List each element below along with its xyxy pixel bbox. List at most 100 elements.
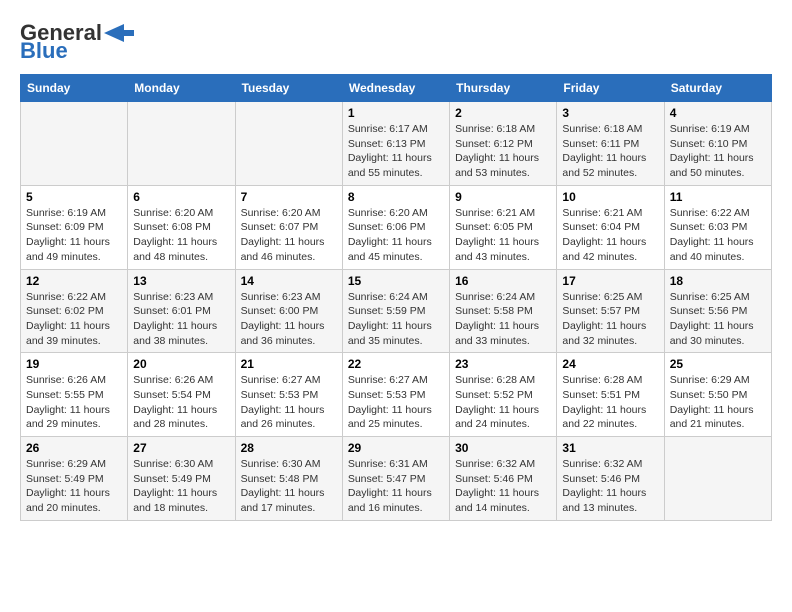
day-info: Sunrise: 6:24 AMSunset: 5:59 PMDaylight:… <box>348 290 444 349</box>
day-info: Sunrise: 6:31 AMSunset: 5:47 PMDaylight:… <box>348 457 444 516</box>
logo: General Blue <box>20 20 134 64</box>
calendar-cell: 6Sunrise: 6:20 AMSunset: 6:08 PMDaylight… <box>128 185 235 269</box>
day-number: 24 <box>562 357 658 371</box>
header-saturday: Saturday <box>664 75 771 102</box>
calendar-cell: 30 Sunrise: 6:32 AMSunset: 5:46 PMDayligh… <box>450 437 557 521</box>
calendar-cell: 18 Sunrise: 6:25 AMSunset: 5:56 PMDayligh… <box>664 269 771 353</box>
day-info: Sunrise: 6:20 AMSunset: 6:07 PMDaylight:… <box>241 206 337 265</box>
day-info: Sunrise: 6:20 AMSunset: 6:06 PMDaylight:… <box>348 206 444 265</box>
logo-icon <box>104 22 134 44</box>
day-info: Sunrise: 6:25 AMSunset: 5:56 PMDaylight:… <box>670 290 766 349</box>
day-number: 15 <box>348 274 444 288</box>
day-info: Sunrise: 6:20 AMSunset: 6:08 PMDaylight:… <box>133 206 229 265</box>
day-info: Sunrise: 6:29 AMSunset: 5:49 PMDaylight:… <box>26 457 122 516</box>
header-thursday: Thursday <box>450 75 557 102</box>
day-info: Sunrise: 6:19 AMSunset: 6:09 PMDaylight:… <box>26 206 122 265</box>
calendar-cell: 24 Sunrise: 6:28 AMSunset: 5:51 PMDayligh… <box>557 353 664 437</box>
calendar-cell: 23 Sunrise: 6:28 AMSunset: 5:52 PMDayligh… <box>450 353 557 437</box>
calendar-cell: 28 Sunrise: 6:30 AMSunset: 5:48 PMDayligh… <box>235 437 342 521</box>
day-info: Sunrise: 6:23 AMSunset: 6:01 PMDaylight:… <box>133 290 229 349</box>
day-number: 20 <box>133 357 229 371</box>
calendar-cell <box>128 102 235 186</box>
day-number: 18 <box>670 274 766 288</box>
day-number: 4 <box>670 106 766 120</box>
day-info: Sunrise: 6:28 AMSunset: 5:52 PMDaylight:… <box>455 373 551 432</box>
calendar-cell: 7Sunrise: 6:20 AMSunset: 6:07 PMDaylight… <box>235 185 342 269</box>
day-number: 23 <box>455 357 551 371</box>
calendar-cell: 16 Sunrise: 6:24 AMSunset: 5:58 PMDayligh… <box>450 269 557 353</box>
day-number: 19 <box>26 357 122 371</box>
day-number: 9 <box>455 190 551 204</box>
calendar-cell: 12Sunrise: 6:22 AMSunset: 6:02 PMDayligh… <box>21 269 128 353</box>
day-info: Sunrise: 6:29 AMSunset: 5:50 PMDaylight:… <box>670 373 766 432</box>
day-number: 25 <box>670 357 766 371</box>
header-wednesday: Wednesday <box>342 75 449 102</box>
day-info: Sunrise: 6:17 AMSunset: 6:13 PMDaylight:… <box>348 122 444 181</box>
day-info: Sunrise: 6:30 AMSunset: 5:48 PMDaylight:… <box>241 457 337 516</box>
calendar-cell <box>235 102 342 186</box>
day-number: 27 <box>133 441 229 455</box>
calendar-cell: 1 Sunrise: 6:17 AMSunset: 6:13 PMDaylight… <box>342 102 449 186</box>
page-header: General Blue <box>20 20 772 64</box>
calendar-cell <box>664 437 771 521</box>
day-number: 29 <box>348 441 444 455</box>
calendar-cell: 20Sunrise: 6:26 AMSunset: 5:54 PMDayligh… <box>128 353 235 437</box>
day-number: 10 <box>562 190 658 204</box>
day-number: 31 <box>562 441 658 455</box>
calendar-cell: 27 Sunrise: 6:30 AMSunset: 5:49 PMDayligh… <box>128 437 235 521</box>
day-number: 12 <box>26 274 122 288</box>
day-number: 3 <box>562 106 658 120</box>
calendar-cell: 31 Sunrise: 6:32 AMSunset: 5:46 PMDayligh… <box>557 437 664 521</box>
calendar-cell: 4 Sunrise: 6:19 AMSunset: 6:10 PMDaylight… <box>664 102 771 186</box>
day-number: 21 <box>241 357 337 371</box>
calendar-cell: 17 Sunrise: 6:25 AMSunset: 5:57 PMDayligh… <box>557 269 664 353</box>
day-info: Sunrise: 6:18 AMSunset: 6:12 PMDaylight:… <box>455 122 551 181</box>
day-number: 11 <box>670 190 766 204</box>
header-monday: Monday <box>128 75 235 102</box>
day-info: Sunrise: 6:18 AMSunset: 6:11 PMDaylight:… <box>562 122 658 181</box>
header-tuesday: Tuesday <box>235 75 342 102</box>
day-info: Sunrise: 6:28 AMSunset: 5:51 PMDaylight:… <box>562 373 658 432</box>
calendar-table: SundayMondayTuesdayWednesdayThursdayFrid… <box>20 74 772 521</box>
day-number: 17 <box>562 274 658 288</box>
calendar-cell: 8 Sunrise: 6:20 AMSunset: 6:06 PMDaylight… <box>342 185 449 269</box>
day-info: Sunrise: 6:22 AMSunset: 6:03 PMDaylight:… <box>670 206 766 265</box>
calendar-cell: 15 Sunrise: 6:24 AMSunset: 5:59 PMDayligh… <box>342 269 449 353</box>
calendar-cell: 2 Sunrise: 6:18 AMSunset: 6:12 PMDaylight… <box>450 102 557 186</box>
day-number: 16 <box>455 274 551 288</box>
day-info: Sunrise: 6:24 AMSunset: 5:58 PMDaylight:… <box>455 290 551 349</box>
calendar-cell <box>21 102 128 186</box>
day-info: Sunrise: 6:32 AMSunset: 5:46 PMDaylight:… <box>562 457 658 516</box>
day-info: Sunrise: 6:27 AMSunset: 5:53 PMDaylight:… <box>348 373 444 432</box>
day-number: 2 <box>455 106 551 120</box>
calendar-cell: 10 Sunrise: 6:21 AMSunset: 6:04 PMDayligh… <box>557 185 664 269</box>
day-number: 14 <box>241 274 337 288</box>
calendar-week-4: 19Sunrise: 6:26 AMSunset: 5:55 PMDayligh… <box>21 353 772 437</box>
day-info: Sunrise: 6:21 AMSunset: 6:05 PMDaylight:… <box>455 206 551 265</box>
calendar-cell: 29 Sunrise: 6:31 AMSunset: 5:47 PMDayligh… <box>342 437 449 521</box>
calendar-week-1: 1 Sunrise: 6:17 AMSunset: 6:13 PMDaylight… <box>21 102 772 186</box>
day-number: 28 <box>241 441 337 455</box>
header-sunday: Sunday <box>21 75 128 102</box>
day-number: 5 <box>26 190 122 204</box>
calendar-cell: 11 Sunrise: 6:22 AMSunset: 6:03 PMDayligh… <box>664 185 771 269</box>
calendar-cell: 22 Sunrise: 6:27 AMSunset: 5:53 PMDayligh… <box>342 353 449 437</box>
calendar-week-2: 5 Sunrise: 6:19 AMSunset: 6:09 PMDaylight… <box>21 185 772 269</box>
day-number: 1 <box>348 106 444 120</box>
day-number: 26 <box>26 441 122 455</box>
day-number: 22 <box>348 357 444 371</box>
day-number: 30 <box>455 441 551 455</box>
day-info: Sunrise: 6:19 AMSunset: 6:10 PMDaylight:… <box>670 122 766 181</box>
calendar-header-row: SundayMondayTuesdayWednesdayThursdayFrid… <box>21 75 772 102</box>
header-friday: Friday <box>557 75 664 102</box>
day-info: Sunrise: 6:30 AMSunset: 5:49 PMDaylight:… <box>133 457 229 516</box>
calendar-cell: 5 Sunrise: 6:19 AMSunset: 6:09 PMDaylight… <box>21 185 128 269</box>
day-number: 8 <box>348 190 444 204</box>
day-info: Sunrise: 6:32 AMSunset: 5:46 PMDaylight:… <box>455 457 551 516</box>
calendar-week-3: 12Sunrise: 6:22 AMSunset: 6:02 PMDayligh… <box>21 269 772 353</box>
calendar-cell: 19Sunrise: 6:26 AMSunset: 5:55 PMDayligh… <box>21 353 128 437</box>
calendar-cell: 9 Sunrise: 6:21 AMSunset: 6:05 PMDaylight… <box>450 185 557 269</box>
day-info: Sunrise: 6:25 AMSunset: 5:57 PMDaylight:… <box>562 290 658 349</box>
day-info: Sunrise: 6:21 AMSunset: 6:04 PMDaylight:… <box>562 206 658 265</box>
calendar-cell: 14Sunrise: 6:23 AMSunset: 6:00 PMDayligh… <box>235 269 342 353</box>
